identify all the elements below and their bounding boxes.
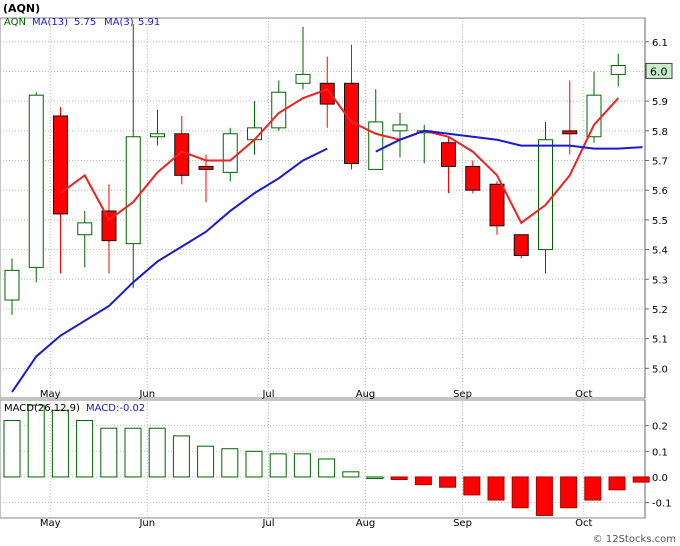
- macd-bar: [342, 471, 360, 478]
- price-y-tick-label: 5.9: [652, 97, 668, 108]
- price-x-tick-label: Jul: [261, 389, 274, 400]
- macd-y-tick-label: 0.0: [652, 473, 668, 484]
- last-price-marker: 6.0: [645, 62, 673, 79]
- candle-body: [125, 136, 141, 245]
- macd-bar: [318, 458, 336, 478]
- macd-x-tick-label: Sep: [453, 518, 472, 529]
- candle-body: [610, 65, 626, 75]
- candle-body: [586, 94, 602, 138]
- macd-bar: [269, 453, 287, 478]
- candle-body: [28, 94, 44, 268]
- price-x-tick-label: Aug: [356, 389, 376, 400]
- macd-x-tick-label: Jul: [261, 518, 274, 529]
- macd-bar: [172, 435, 190, 478]
- price-y-tick-label: 5.2: [652, 305, 668, 316]
- stock-chart: (AQN) 5.0 5.1 5.2 5.3 5.4 5.5 5.6 5.7 5.8 5.9 6.0 6…: [0, 0, 680, 546]
- legend-ma13-value: 5.75: [74, 17, 96, 28]
- candle-body: [198, 165, 214, 170]
- copyright-label: © 12Stocks.com: [593, 534, 676, 545]
- macd-bar: [100, 427, 118, 478]
- candle-body: [441, 142, 456, 167]
- price-x-tick-label: Sep: [453, 389, 472, 400]
- legend-macd-label: MACD(26,12,9): [4, 403, 80, 414]
- legend-macd-value: MACD:-0.02: [86, 403, 145, 414]
- price-x-tick-label: Oct: [575, 389, 592, 400]
- macd-bar: [632, 476, 650, 483]
- macd-bar: [221, 448, 239, 478]
- candle-body: [150, 133, 165, 138]
- price-x-tick-label: Jun: [138, 389, 155, 400]
- macd-bar: [124, 427, 142, 478]
- macd-bar: [584, 476, 602, 501]
- price-y-tick-label: 5.7: [652, 157, 668, 168]
- legend-ma13-label: MA(13): [32, 17, 68, 28]
- macd-x-tick-label: May: [40, 518, 61, 529]
- macd-x-tick-label: Oct: [575, 518, 592, 529]
- macd-x-tick-label: Aug: [356, 518, 376, 529]
- macd-bar: [51, 409, 69, 478]
- macd-bar: [3, 420, 21, 478]
- candle-body: [465, 165, 481, 191]
- legend-ma3-label: MA(3): [104, 17, 134, 28]
- macd-bar: [366, 476, 384, 479]
- macd-bar: [414, 476, 432, 486]
- macd-legend: MACD(26,12,9) MACD:-0.02: [4, 403, 145, 414]
- candle-body: [489, 183, 505, 227]
- macd-bar: [608, 476, 626, 491]
- macd-bar: [535, 476, 553, 516]
- candle-body: [562, 130, 578, 135]
- candle-body: [538, 139, 553, 251]
- price-y-tick-label: 5.6: [652, 186, 668, 197]
- legend-ma3-value: 5.91: [138, 17, 160, 28]
- candle-body: [4, 269, 20, 301]
- macd-bar: [487, 476, 505, 501]
- candle-body: [319, 82, 335, 105]
- macd-bar: [463, 476, 481, 496]
- candle-body: [295, 73, 311, 84]
- chart-title: (AQN): [3, 2, 40, 15]
- macd-bar: [76, 420, 94, 478]
- candle-body: [222, 133, 238, 173]
- candle-body: [513, 234, 529, 256]
- price-y-tick-label: 5.8: [652, 127, 668, 138]
- legend-ticker: AQN: [4, 17, 26, 28]
- last-price-label: 6.0: [650, 65, 668, 78]
- price-x-tick-label: May: [40, 389, 61, 400]
- price-y-tick-label: 5.1: [652, 335, 668, 346]
- macd-bar: [148, 427, 166, 478]
- macd-y-tick-label: 0.2: [652, 422, 668, 433]
- price-y-tick-label: 5.0: [652, 364, 668, 375]
- macd-bar: [197, 445, 215, 478]
- price-y-tick-label: 5.3: [652, 275, 668, 286]
- candle-body: [368, 121, 384, 170]
- macd-bar: [560, 476, 578, 509]
- macd-x-tick-label: Jun: [138, 518, 155, 529]
- macd-bar: [245, 450, 263, 478]
- macd-y-tick-label: 0.1: [652, 447, 668, 458]
- price-y-tick-label: 5.5: [652, 216, 668, 227]
- price-y-tick-label: 5.4: [652, 246, 668, 257]
- price-y-tick-label: 6.1: [652, 38, 668, 49]
- macd-bar: [27, 404, 45, 478]
- macd-bar: [293, 453, 311, 478]
- macd-bar: [439, 476, 457, 488]
- candle-body: [392, 124, 408, 132]
- macd-y-tick-label: -0.1: [652, 499, 672, 510]
- candle-body: [53, 115, 68, 215]
- macd-bar: [511, 476, 529, 509]
- candle-body: [77, 222, 93, 236]
- macd-bar: [390, 476, 408, 481]
